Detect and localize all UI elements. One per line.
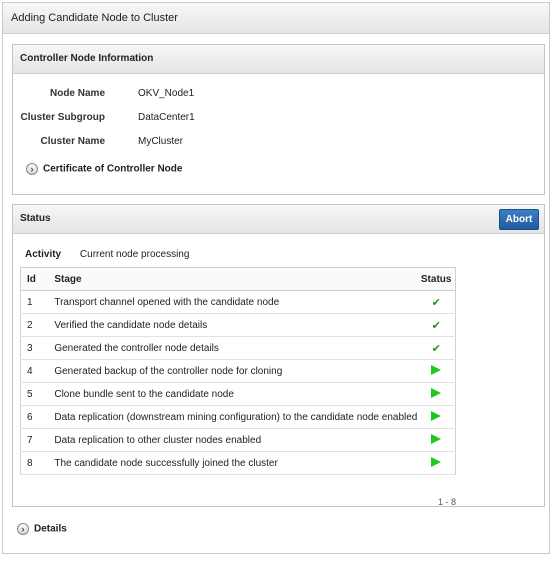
node-name-label: Node Name — [49, 88, 105, 99]
node-name-value: OKV_Node1 — [138, 88, 195, 99]
chevron-right-icon: › — [26, 163, 38, 175]
adding-node-dialog: Adding Candidate Node to Cluster Control… — [2, 2, 550, 554]
activity-value: Current node processing — [79, 249, 190, 260]
row-id: 2 — [20, 313, 49, 337]
checkmark-icon: ✔ — [431, 319, 441, 332]
play-arrow-icon — [431, 433, 442, 444]
row-id: 6 — [20, 405, 49, 429]
activity-label: Activity — [25, 249, 62, 260]
table-row: 7 Data replication to other cluster node… — [20, 428, 456, 452]
cluster-subgroup-label: Cluster Subgroup — [20, 112, 105, 123]
status-title: Status — [20, 213, 51, 224]
cluster-subgroup-value: DataCenter1 — [138, 112, 195, 123]
row-status — [417, 428, 456, 452]
table-row: 3 Generated the controller node details … — [20, 336, 456, 360]
cluster-name-label: Cluster Name — [40, 136, 105, 147]
column-header-id[interactable]: Id — [20, 267, 49, 291]
status-panel: Status Abort Activity Current node proce… — [12, 204, 545, 507]
row-status — [417, 382, 456, 406]
row-stage: Generated backup of the controller node … — [48, 359, 418, 383]
details-label: Details — [34, 523, 67, 535]
controller-panel-title: Controller Node Information — [13, 45, 544, 74]
table-row: 1 Transport channel opened with the cand… — [20, 290, 456, 314]
row-id: 1 — [20, 290, 49, 314]
dialog-title: Adding Candidate Node to Cluster — [3, 3, 549, 34]
row-id: 3 — [20, 336, 49, 360]
checkmark-icon: ✔ — [431, 342, 441, 355]
row-stage: Verified the candidate node details — [48, 313, 418, 337]
table-row: 6 Data replication (downstream mining co… — [20, 405, 456, 429]
row-status — [417, 451, 456, 475]
activity-row: Activity Current node processing — [25, 249, 189, 260]
row-id: 4 — [20, 359, 49, 383]
play-arrow-icon — [431, 410, 442, 421]
row-stage: Clone bundle sent to the candidate node — [48, 382, 418, 406]
table-header-row: Id Stage Status — [20, 267, 456, 291]
row-id: 8 — [20, 451, 49, 475]
table-row: 2 Verified the candidate node details ✔ — [20, 313, 456, 337]
row-id: 7 — [20, 428, 49, 452]
table-pager: 1 - 8 — [437, 497, 456, 507]
column-header-status[interactable]: Status — [417, 267, 456, 291]
certificate-disclosure[interactable]: › Certificate of Controller Node — [26, 163, 182, 175]
row-stage: Generated the controller node details — [48, 336, 418, 360]
row-stage: The candidate node successfully joined t… — [48, 451, 418, 475]
row-stage: Data replication to other cluster nodes … — [48, 428, 418, 452]
row-status: ✔ — [417, 336, 456, 360]
controller-node-panel: Controller Node Information Node Name OK… — [12, 44, 545, 195]
play-arrow-icon — [431, 387, 442, 398]
chevron-right-icon: › — [17, 523, 29, 535]
row-id: 5 — [20, 382, 49, 406]
details-disclosure[interactable]: › Details — [17, 523, 67, 535]
certificate-link-label: Certificate of Controller Node — [43, 163, 183, 175]
row-status — [417, 359, 456, 383]
play-arrow-icon — [431, 364, 442, 375]
table-row: 8 The candidate node successfully joined… — [20, 451, 456, 475]
row-stage: Data replication (downstream mining conf… — [48, 405, 418, 429]
play-arrow-icon — [431, 456, 442, 467]
stages-table: Id Stage Status 1 Transport channel open… — [20, 267, 456, 475]
table-row: 4 Generated backup of the controller nod… — [20, 359, 456, 383]
status-panel-title: Status Abort — [13, 205, 544, 234]
table-row: 5 Clone bundle sent to the candidate nod… — [20, 382, 456, 406]
checkmark-icon: ✔ — [431, 296, 441, 309]
row-status — [417, 405, 456, 429]
abort-button[interactable]: Abort — [499, 209, 539, 230]
row-stage: Transport channel opened with the candid… — [48, 290, 418, 314]
row-status: ✔ — [417, 290, 456, 314]
row-status: ✔ — [417, 313, 456, 337]
column-header-stage[interactable]: Stage — [48, 267, 418, 291]
cluster-name-value: MyCluster — [138, 136, 184, 147]
